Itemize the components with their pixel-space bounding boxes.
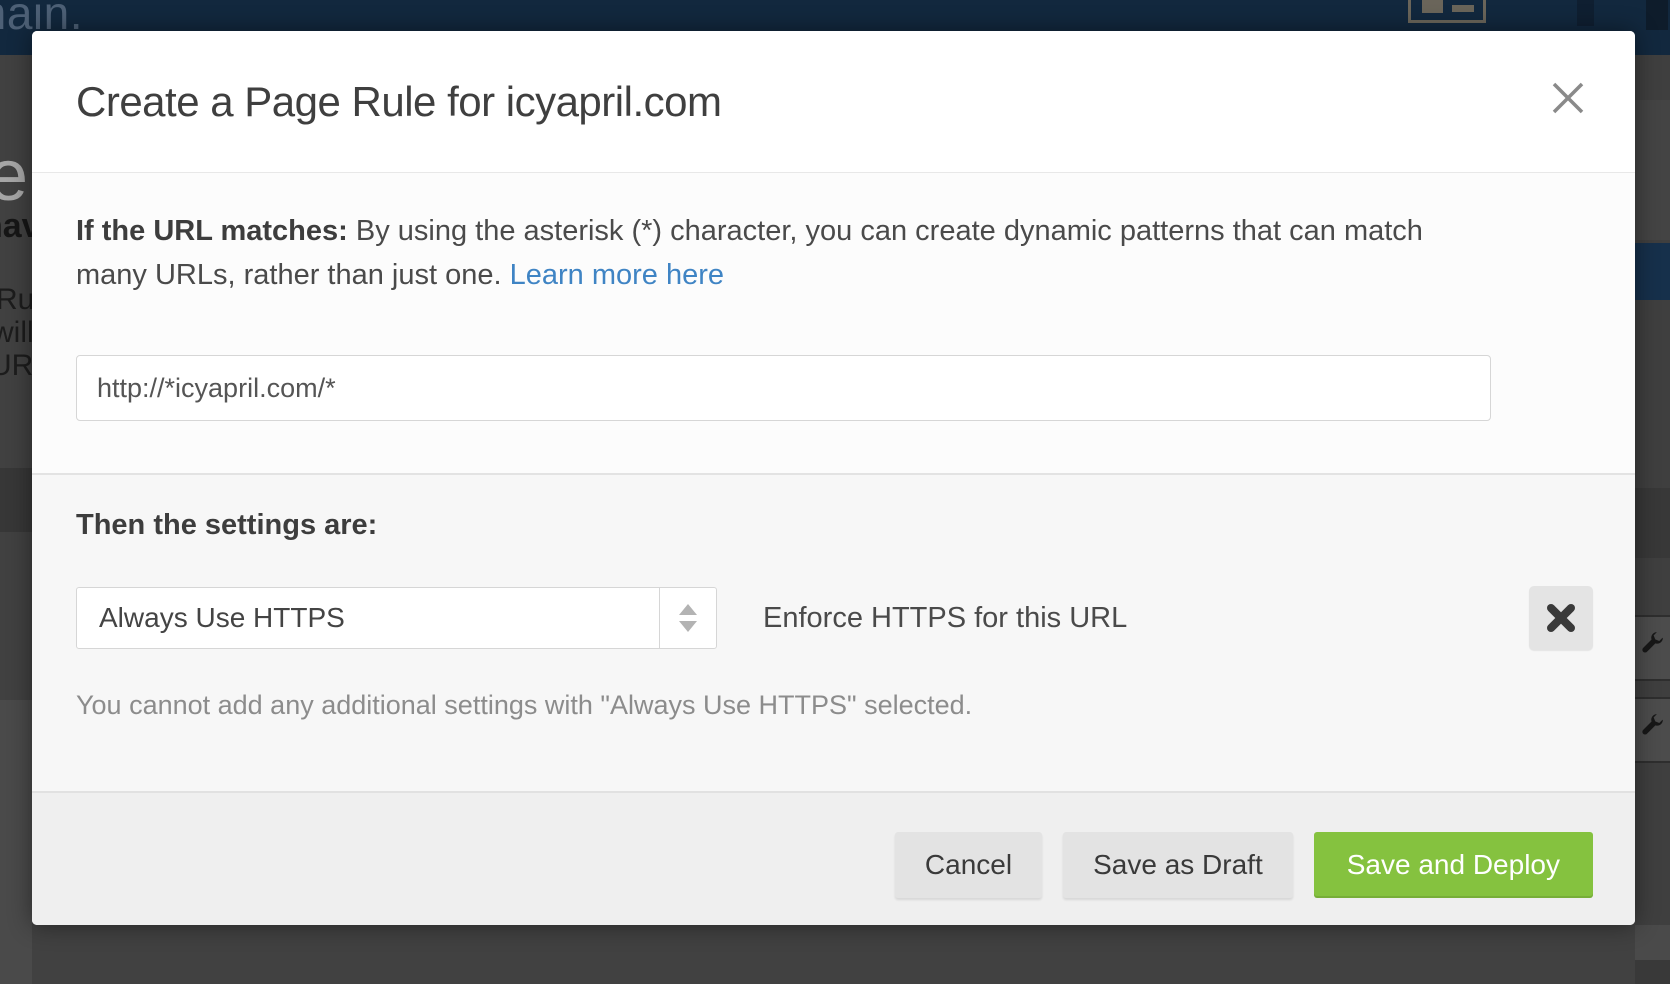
- background-page-right-edge: [1635, 55, 1670, 984]
- save-as-draft-button[interactable]: Save as Draft: [1063, 832, 1293, 898]
- select-spinner-icon: [659, 588, 716, 648]
- cancel-button[interactable]: Cancel: [895, 832, 1042, 898]
- background-page-left-edge: e nav Ru will UR: [0, 55, 32, 984]
- remove-x-icon: [1545, 602, 1577, 634]
- remove-setting-button[interactable]: [1529, 586, 1593, 650]
- url-match-label: If the URL matches:: [76, 215, 348, 247]
- save-and-deploy-button[interactable]: Save and Deploy: [1314, 832, 1593, 898]
- background-wrench-button: [1635, 615, 1670, 681]
- background-text-fragment: will: [0, 316, 32, 350]
- background-panel-fragment: [1635, 960, 1670, 984]
- background-wrench-button: [1635, 697, 1670, 763]
- wrench-icon: [1639, 713, 1665, 739]
- setting-select[interactable]: Always Use HTTPS: [76, 587, 717, 649]
- modal-title: Create a Page Rule for icyapril.com: [76, 31, 721, 173]
- topbar-corner-icon: [1646, 0, 1668, 30]
- modal-footer: Cancel Save as Draft Save and Deploy: [32, 791, 1635, 925]
- background-text-fragment: UR: [0, 349, 32, 383]
- setting-row: Always Use HTTPS Enforce HTTPS for this …: [76, 586, 1593, 650]
- background-panel-fragment: [0, 700, 32, 984]
- settings-section: Then the settings are: Always Use HTTPS …: [32, 475, 1635, 791]
- url-match-description: If the URL matches: By using the asteris…: [76, 173, 1493, 297]
- background-text-fragment: Ru: [0, 283, 32, 317]
- setting-description: Enforce HTTPS for this URL: [763, 602, 1127, 635]
- setting-select-value: Always Use HTTPS: [77, 602, 659, 634]
- close-button[interactable]: [1551, 81, 1585, 115]
- modal-header: Create a Page Rule for icyapril.com: [32, 31, 1635, 173]
- background-panel-fragment: [1635, 925, 1670, 960]
- url-pattern-input[interactable]: [76, 355, 1491, 421]
- settings-heading: Then the settings are:: [76, 475, 1593, 542]
- background-nav-fragment: nav: [0, 207, 32, 246]
- background-table-header-fragment: [0, 468, 32, 532]
- settings-note: You cannot add any additional settings w…: [76, 690, 1593, 721]
- background-overlay-bottom: [32, 925, 1635, 984]
- learn-more-link[interactable]: Learn more here: [510, 259, 724, 291]
- close-icon: [1551, 81, 1585, 115]
- background-blue-button-fragment: [1635, 243, 1670, 300]
- url-match-section: If the URL matches: By using the asteris…: [32, 173, 1635, 473]
- wrench-icon: [1639, 631, 1665, 657]
- background-table-header-fragment: [1635, 488, 1670, 558]
- create-page-rule-modal: Create a Page Rule for icyapril.com If t…: [32, 31, 1635, 925]
- layout-icon: [1408, 0, 1486, 23]
- background-heading-fragment: e: [0, 135, 28, 217]
- topbar-partial-icon: [1577, 0, 1594, 26]
- background-panel-fragment: [1635, 100, 1670, 240]
